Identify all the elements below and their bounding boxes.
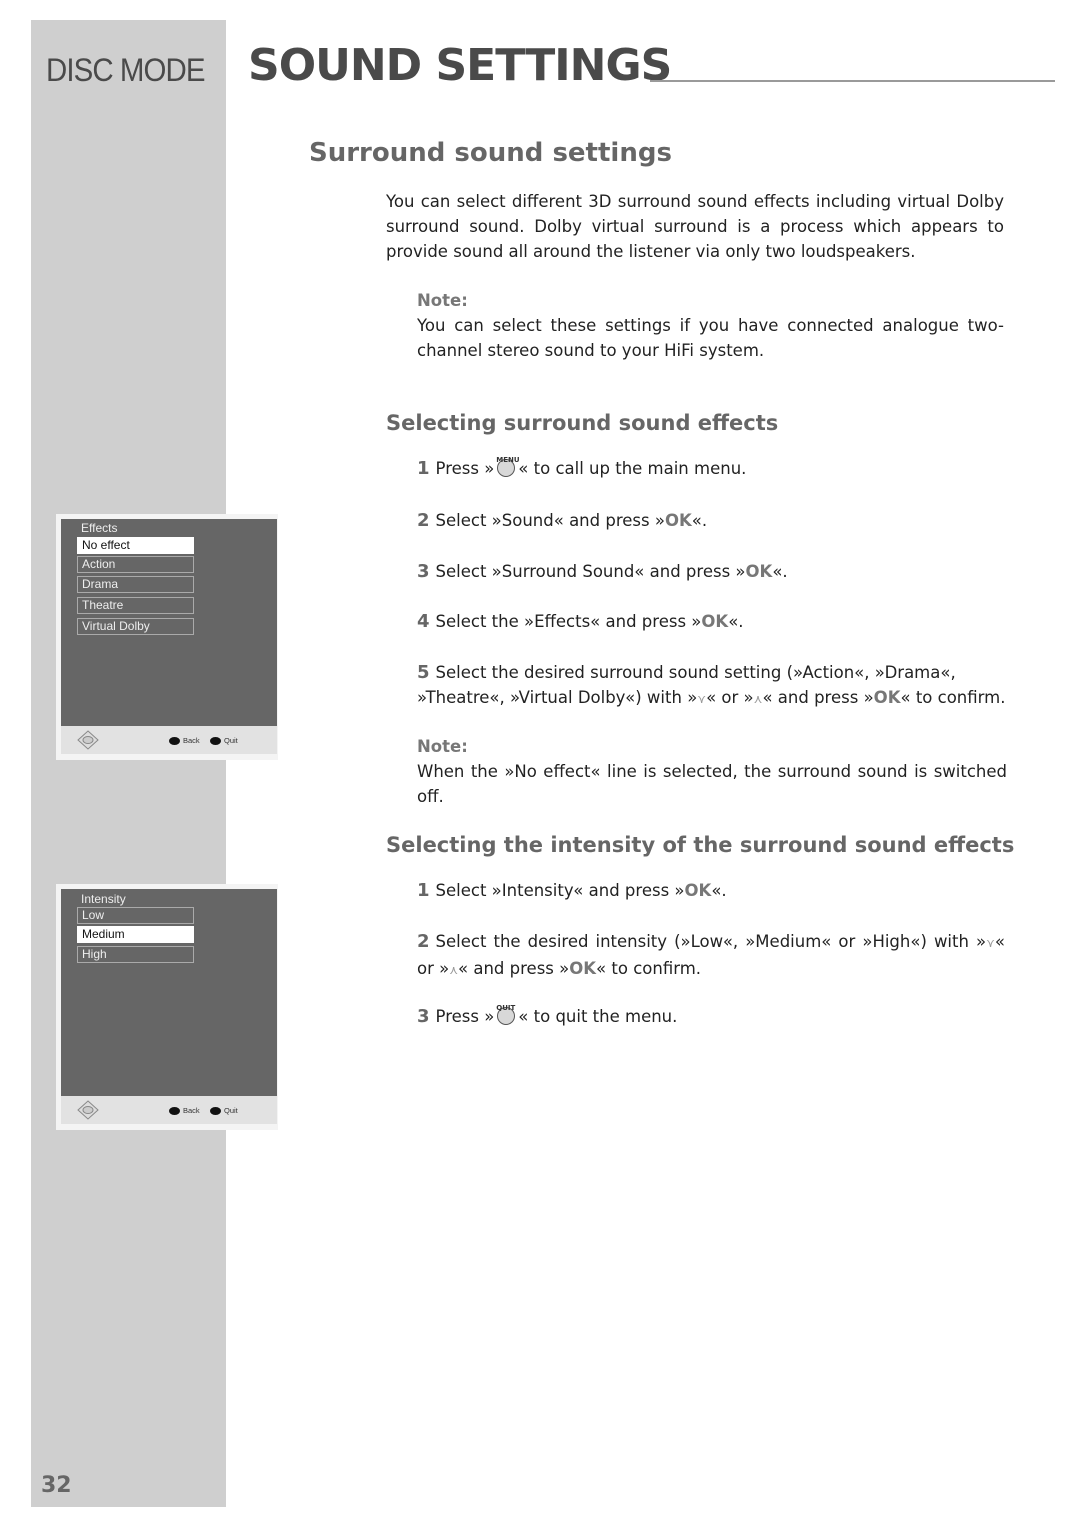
quit-key-hint: Quit [210, 1106, 238, 1116]
back-key-hint: Back [169, 736, 200, 746]
osd-footer: Back Quit [61, 1096, 277, 1124]
page-title: SOUND SETTINGS [248, 40, 672, 91]
intensity-step-3: 3 Press » QUIT « to quit the menu. [417, 1004, 678, 1027]
osd-item-action[interactable]: Action [77, 556, 194, 573]
arrow-down-icon: ⋎ [986, 936, 995, 950]
navigation-pad-icon [77, 730, 99, 750]
effects-step-5: 5 Select the desired surround sound setti… [417, 662, 1006, 707]
ok-key-label: OK [664, 511, 692, 530]
quit-button-icon: QUIT [496, 1004, 515, 1025]
navigation-pad-icon [77, 1100, 99, 1120]
effects-step-3: 3 Select »Surround Sound« and press »OK«. [417, 561, 788, 582]
effects-step-2: 2 Select »Sound« and press »OK«. [417, 510, 708, 531]
intensity-heading: Selecting the intensity of the surround … [386, 833, 1015, 857]
header-rule [650, 80, 1055, 82]
arrow-up-icon: ⋏ [449, 963, 459, 977]
sidebar-band [31, 20, 226, 1507]
note-label: Note: [417, 291, 468, 310]
osd-menu-title: Intensity [81, 892, 126, 906]
back-key-hint: Back [169, 1106, 200, 1116]
osd-intensity-menu: Intensity Low Medium High Back Quit [56, 884, 278, 1130]
ok-key-label: OK [873, 688, 901, 707]
arrow-down-icon: ⋎ [697, 692, 707, 706]
note-1: Note: You can select these settings if y… [417, 288, 1004, 363]
osd-item-low[interactable]: Low [77, 907, 194, 924]
osd-item-high[interactable]: High [77, 946, 194, 963]
note-2: Note: When the »No effect« line is selec… [417, 737, 1007, 806]
osd-item-theatre[interactable]: Theatre [77, 597, 194, 614]
quit-dot-icon [210, 1107, 221, 1116]
osd-item-no-effect[interactable]: No effect [77, 537, 194, 554]
osd-item-virtual-dolby[interactable]: Virtual Dolby [77, 618, 194, 635]
quit-dot-icon [210, 737, 221, 746]
osd-effects-menu: Effects No effect Action Drama Theatre V… [56, 514, 278, 760]
intro-paragraph: You can select different 3D surround sou… [386, 192, 1004, 261]
header-mode: DISC MODE [46, 52, 205, 88]
osd-menu-title: Effects [81, 521, 118, 535]
back-dot-icon [169, 737, 180, 746]
osd-item-medium[interactable]: Medium [77, 926, 194, 943]
ok-key-label: OK [569, 959, 597, 978]
intensity-step-2: 2 Select the desired intensity (»Low«, »M… [417, 931, 1005, 978]
intensity-step-1: 1 Select »Intensity« and press »OK«. [417, 880, 727, 901]
ok-key-label: OK [745, 562, 773, 581]
osd-menu-body: Intensity Low Medium High [61, 889, 277, 1096]
effects-heading: Selecting surround sound effects [386, 411, 779, 435]
ok-key-label: OK [701, 612, 729, 631]
osd-footer: Back Quit [61, 726, 277, 754]
osd-item-drama[interactable]: Drama [77, 576, 194, 593]
quit-key-hint: Quit [210, 736, 238, 746]
effects-step-1: 1 Press » MENU « to call up the main menu. [417, 456, 747, 479]
note-text: You can select these settings if you hav… [417, 316, 1004, 360]
menu-button-icon: MENU [496, 456, 520, 477]
step-number: 1 [417, 458, 430, 479]
osd-menu-body: Effects No effect Action Drama Theatre V… [61, 519, 277, 726]
section-title: Surround sound settings [309, 138, 672, 168]
back-dot-icon [169, 1107, 180, 1116]
effects-step-4: 4 Select the »Effects« and press »OK«. [417, 611, 744, 632]
page-number: 32 [41, 1473, 72, 1498]
ok-key-label: OK [684, 881, 712, 900]
